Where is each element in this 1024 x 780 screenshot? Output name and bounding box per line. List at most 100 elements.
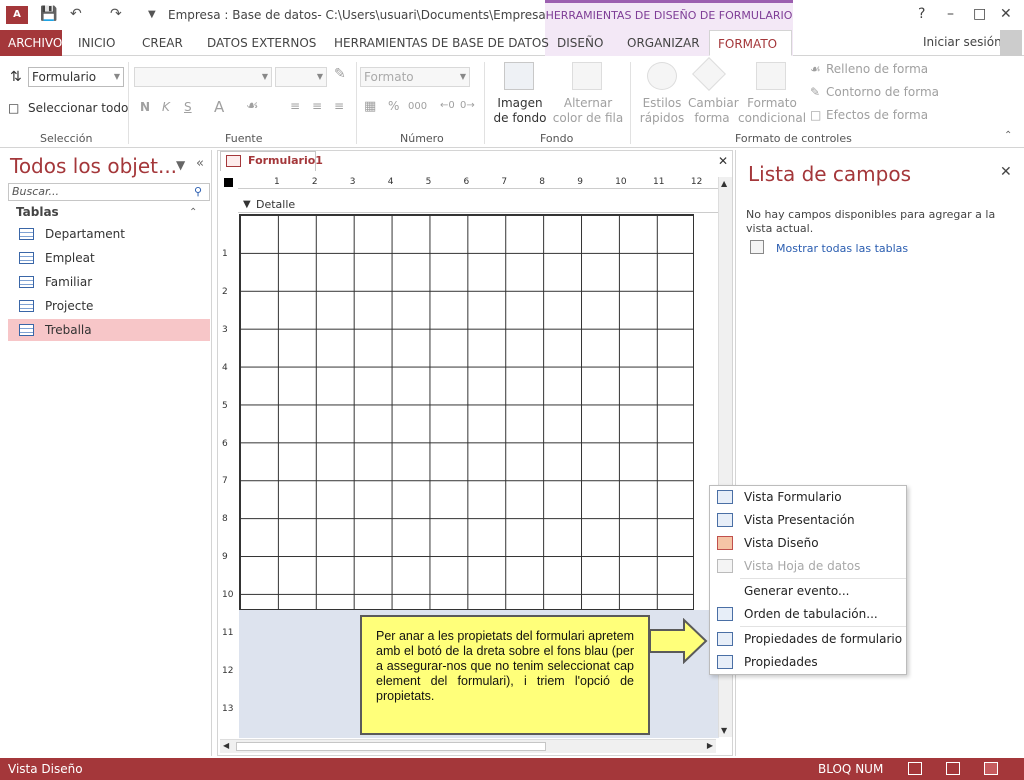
show-tables-icon [750, 240, 764, 254]
menu-item-form-properties[interactable]: Propiedades de formulario [710, 628, 906, 650]
form-view-icon [717, 490, 733, 504]
italic-button[interactable]: K [162, 100, 170, 114]
tab-inicio[interactable]: INICIO [70, 30, 123, 56]
avatar[interactable] [1000, 30, 1022, 56]
nav-item-empleat[interactable]: Empleat [8, 247, 210, 269]
status-form-view-icon[interactable] [908, 762, 922, 775]
underline-button[interactable]: S [184, 100, 192, 114]
detail-section-label: Detalle [256, 198, 296, 211]
align-left-icon[interactable]: ≡ [290, 99, 300, 113]
nav-item-projecte[interactable]: Projecte [8, 295, 210, 317]
detail-section-bar[interactable]: ▼ Detalle [238, 197, 718, 213]
collapse-pane-icon[interactable]: « [196, 156, 204, 171]
tab-datos-externos[interactable]: DATOS EXTERNOS [199, 30, 324, 56]
increase-decimal-icon[interactable]: ←0 [440, 100, 455, 111]
signin-link[interactable]: Iniciar sesión [923, 35, 1002, 49]
menu-item-datasheet-view[interactable]: Vista Hoja de datos [710, 555, 906, 577]
nav-item-label: Familiar [45, 275, 93, 289]
menu-item-design-view[interactable]: Vista Diseño [710, 532, 906, 554]
scroll-up-icon[interactable]: ▲ [721, 179, 727, 188]
table-icon [19, 324, 34, 336]
close-button[interactable]: ✕ [1000, 6, 1012, 22]
detail-section-grid[interactable] [239, 214, 694, 610]
table-icon [19, 228, 34, 240]
nav-item-treballa[interactable]: Treballa [8, 319, 210, 341]
menu-item-properties[interactable]: Propiedades [710, 651, 906, 673]
conditional-format-button[interactable]: Formato condicional [738, 96, 806, 126]
nav-item-familiar[interactable]: Familiar [8, 271, 210, 293]
document-tab-formulario1[interactable]: Formulario1 [220, 151, 323, 171]
align-center-icon[interactable]: ≡ [312, 99, 322, 113]
nav-item-label: Departament [45, 227, 125, 241]
ruler-tick-label: 2 [222, 286, 228, 297]
number-format-combo[interactable]: Formato ▼ [360, 67, 470, 87]
tab-organizar[interactable]: ORGANIZAR [619, 30, 708, 56]
font-size-combo[interactable]: ▼ [275, 67, 327, 87]
ruler-tick-label: 2 [311, 177, 318, 187]
decrease-decimal-icon[interactable]: 0→ [460, 100, 475, 111]
format-painter-icon[interactable]: ✎ [334, 66, 346, 82]
scroll-left-icon[interactable]: ◀ [223, 741, 229, 750]
save-icon[interactable]: 💾 [40, 6, 57, 22]
form-selector[interactable] [224, 178, 233, 187]
currency-icon[interactable]: ▦ [364, 99, 376, 114]
shape-outline-button[interactable]: Contorno de forma [826, 85, 939, 99]
thousands-button[interactable]: 000 [408, 101, 427, 112]
nav-item-departament[interactable]: Departament [8, 223, 210, 245]
percent-button[interactable]: % [388, 99, 399, 113]
help-button[interactable]: ? [918, 6, 925, 22]
scroll-right-icon[interactable]: ▶ [707, 741, 713, 750]
table-icon [19, 252, 34, 264]
bold-button[interactable]: N [140, 100, 150, 114]
align-right-icon[interactable]: ≡ [334, 99, 344, 113]
scroll-down-icon[interactable]: ▼ [721, 726, 727, 735]
shape-effects-button[interactable]: Efectos de forma [826, 108, 928, 122]
menu-item-form-view[interactable]: Vista Formulario [710, 486, 906, 508]
shape-fill-button[interactable]: Relleno de forma [826, 62, 928, 76]
horizontal-scrollbar[interactable]: ◀ ▶ [220, 739, 716, 753]
alternate-row-color-button[interactable]: Alternar color de fila [550, 96, 626, 126]
undo-icon[interactable]: ↶ [70, 6, 82, 22]
tab-archivo[interactable]: ARCHIVO [0, 30, 62, 56]
minimize-button[interactable]: – [947, 6, 954, 22]
close-document-button[interactable]: ✕ [718, 154, 728, 168]
font-name-combo[interactable]: ▼ [134, 67, 272, 87]
tab-crear[interactable]: CREAR [134, 30, 191, 56]
layout-view-icon [717, 513, 733, 527]
nav-dropdown-icon[interactable]: ▼ [176, 158, 185, 172]
customize-qat-icon[interactable]: ▼ [148, 9, 156, 20]
redo-icon[interactable]: ↷ [110, 6, 122, 22]
collapse-section-icon[interactable]: ⌃ [189, 207, 197, 218]
show-all-tables-link[interactable]: Mostrar todas las tablas [776, 242, 908, 255]
change-shape-button[interactable]: Cambiar forma [688, 96, 739, 126]
nav-search-input[interactable]: Buscar... [8, 183, 210, 201]
close-field-list-button[interactable]: ✕ [1000, 164, 1012, 180]
tab-formato[interactable]: FORMATO [709, 30, 792, 56]
ruler-tick-label: 1 [274, 177, 280, 187]
quick-styles-icon [647, 62, 677, 90]
ruler-tick-label: 11 [222, 628, 234, 638]
menu-item-layout-view[interactable]: Vista Presentación [710, 509, 906, 531]
menu-item-build-event[interactable]: Generar evento... [710, 580, 906, 602]
shape-fill-icon: ☙ [810, 62, 821, 76]
form-icon [226, 155, 241, 167]
collapse-ribbon-icon[interactable]: ⌃ [1004, 130, 1012, 141]
tab-diseno[interactable]: DISEÑO [549, 30, 611, 56]
tab-herramientas-base-datos[interactable]: HERRAMIENTAS DE BASE DE DATOS [326, 30, 557, 56]
nav-pane-header[interactable]: Todos los objet... [10, 154, 177, 178]
fill-color-icon[interactable]: ☙ [246, 98, 259, 114]
search-icon[interactable]: ⚲ [194, 185, 202, 198]
quick-styles-button[interactable]: Estilos rápidos [634, 96, 690, 126]
font-color-button[interactable]: A [214, 98, 224, 116]
restore-button[interactable]: □ [973, 6, 986, 22]
callout-arrow-icon [649, 618, 708, 664]
status-layout-view-icon[interactable] [946, 762, 960, 775]
background-image-button[interactable]: Imagen de fondo [490, 96, 550, 126]
scroll-thumb[interactable] [236, 742, 546, 751]
object-combo[interactable]: Formulario ▼ [28, 67, 124, 87]
menu-item-tab-order[interactable]: Orden de tabulación... [710, 603, 906, 625]
status-design-view-icon[interactable] [984, 762, 998, 775]
ruler-tick-label: 5 [425, 177, 432, 187]
select-all-button[interactable]: Seleccionar todo [28, 101, 128, 115]
nav-section-tablas[interactable]: Tablas [16, 205, 59, 219]
